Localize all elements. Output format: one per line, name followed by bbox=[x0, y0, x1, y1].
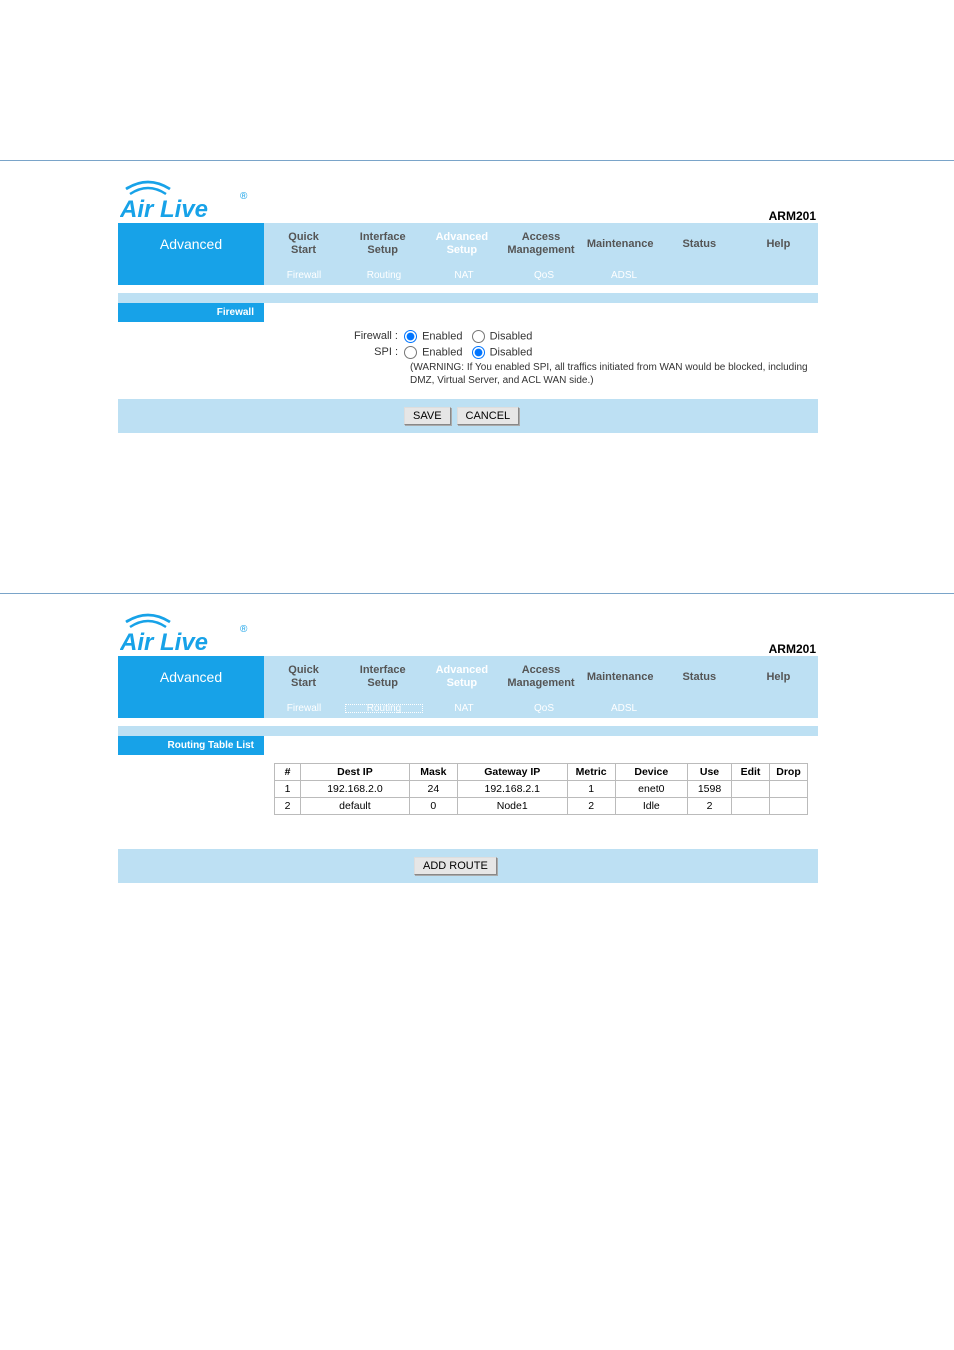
tab-advanced-setup[interactable]: Advanced Setup bbox=[422, 656, 501, 698]
subtab-qos[interactable]: QoS bbox=[504, 270, 584, 281]
action-bar: SAVE CANCEL bbox=[118, 399, 818, 433]
save-button[interactable]: SAVE bbox=[404, 407, 451, 425]
col-metric: Metric bbox=[567, 764, 615, 781]
tab-status[interactable]: Status bbox=[660, 223, 739, 265]
cell-edit[interactable] bbox=[732, 781, 770, 798]
spi-enabled-radio[interactable] bbox=[404, 346, 417, 359]
airlive-logo-icon: Air Live ® bbox=[120, 612, 260, 656]
spi-disabled-option[interactable]: Disabled bbox=[472, 346, 533, 359]
cell-num: 1 bbox=[275, 781, 301, 798]
tab-maintenance[interactable]: Maintenance bbox=[581, 656, 660, 698]
tab-quick-start[interactable]: Quick Start bbox=[264, 223, 343, 265]
cell-mask: 0 bbox=[409, 798, 457, 815]
cell-dest_ip: 192.168.2.0 bbox=[301, 781, 410, 798]
tab-help[interactable]: Help bbox=[739, 223, 818, 265]
tab-interface-setup[interactable]: Interface Setup bbox=[343, 656, 422, 698]
section-header-row: Firewall bbox=[118, 303, 818, 322]
header-row: Air Live ® ARM201 bbox=[118, 604, 818, 656]
firewall-label: Firewall : bbox=[274, 330, 404, 342]
model-label: ARM201 bbox=[769, 209, 816, 223]
firewall-panel: Air Live ® ARM201 Advanced Quick Start I… bbox=[118, 171, 818, 433]
cell-num: 2 bbox=[275, 798, 301, 815]
firewall-enabled-radio[interactable] bbox=[404, 330, 417, 343]
sub-nav: Firewall Routing NAT QoS ADSL bbox=[118, 698, 818, 718]
subtab-adsl[interactable]: ADSL bbox=[584, 270, 664, 281]
cell-gateway: 192.168.2.1 bbox=[457, 781, 567, 798]
section-header-row: Routing Table List bbox=[118, 736, 818, 755]
subtab-adsl[interactable]: ADSL bbox=[584, 703, 664, 714]
section-title: Routing Table List bbox=[118, 736, 264, 755]
svg-text:®: ® bbox=[240, 191, 248, 202]
main-nav: Advanced Quick Start Interface Setup Adv… bbox=[118, 656, 818, 698]
table-row: 1192.168.2.024192.168.2.11enet01598 bbox=[275, 781, 808, 798]
col-use: Use bbox=[688, 764, 732, 781]
subtab-routing[interactable]: Routing bbox=[344, 703, 424, 714]
table-row: 2default0Node12Idle2 bbox=[275, 798, 808, 815]
col-edit: Edit bbox=[732, 764, 770, 781]
col-mask: Mask bbox=[409, 764, 457, 781]
add-route-button[interactable]: ADD ROUTE bbox=[414, 857, 497, 875]
cell-device: enet0 bbox=[615, 781, 687, 798]
spi-warning-text: (WARNING: If You enabled SPI, all traffi… bbox=[410, 362, 808, 387]
tab-maintenance[interactable]: Maintenance bbox=[581, 223, 660, 265]
nav-category: Advanced bbox=[118, 656, 264, 698]
tab-interface-setup[interactable]: Interface Setup bbox=[343, 223, 422, 265]
nav-category: Advanced bbox=[118, 223, 264, 265]
cell-drop[interactable] bbox=[770, 781, 808, 798]
subtab-routing[interactable]: Routing bbox=[344, 270, 424, 281]
subtab-nat[interactable]: NAT bbox=[424, 270, 504, 281]
header-row: Air Live ® ARM201 bbox=[118, 171, 818, 223]
airlive-logo-icon: Air Live ® bbox=[120, 179, 260, 223]
subtab-qos[interactable]: QoS bbox=[504, 703, 584, 714]
section-title: Firewall bbox=[118, 303, 264, 322]
firewall-disabled-option[interactable]: Disabled bbox=[472, 330, 533, 343]
cell-metric: 1 bbox=[567, 781, 615, 798]
cell-device: Idle bbox=[615, 798, 687, 815]
spi-enabled-option[interactable]: Enabled bbox=[404, 346, 462, 359]
cell-metric: 2 bbox=[567, 798, 615, 815]
cell-mask: 24 bbox=[409, 781, 457, 798]
routing-table-wrap: # Dest IP Mask Gateway IP Metric Device … bbox=[264, 755, 818, 849]
col-dest-ip: Dest IP bbox=[301, 764, 410, 781]
main-nav: Advanced Quick Start Interface Setup Adv… bbox=[118, 223, 818, 265]
cell-gateway: Node1 bbox=[457, 798, 567, 815]
cell-use: 2 bbox=[688, 798, 732, 815]
action-bar: ADD ROUTE bbox=[118, 849, 818, 883]
spi-disabled-radio[interactable] bbox=[472, 346, 485, 359]
subtab-firewall[interactable]: Firewall bbox=[264, 703, 344, 714]
tab-help[interactable]: Help bbox=[739, 656, 818, 698]
cell-dest_ip: default bbox=[301, 798, 410, 815]
svg-text:®: ® bbox=[240, 624, 248, 635]
spi-label: SPI : bbox=[274, 346, 404, 358]
subtab-nat[interactable]: NAT bbox=[424, 703, 504, 714]
routing-panel: Air Live ® ARM201 Advanced Quick Start I… bbox=[118, 604, 818, 883]
col-drop: Drop bbox=[770, 764, 808, 781]
tab-access-management[interactable]: Access Management bbox=[501, 223, 580, 265]
tab-quick-start[interactable]: Quick Start bbox=[264, 656, 343, 698]
brand-logo: Air Live ® bbox=[120, 612, 260, 656]
col-gateway: Gateway IP bbox=[457, 764, 567, 781]
cell-edit[interactable] bbox=[732, 798, 770, 815]
firewall-form: Firewall : Enabled Disabled bbox=[264, 322, 818, 399]
col-device: Device bbox=[615, 764, 687, 781]
cell-use: 1598 bbox=[688, 781, 732, 798]
firewall-disabled-radio[interactable] bbox=[472, 330, 485, 343]
subtab-firewall[interactable]: Firewall bbox=[264, 270, 344, 281]
col-num: # bbox=[275, 764, 301, 781]
tab-access-management[interactable]: Access Management bbox=[501, 656, 580, 698]
svg-text:Air Live: Air Live bbox=[120, 196, 208, 223]
cancel-button[interactable]: CANCEL bbox=[457, 407, 520, 425]
routing-table: # Dest IP Mask Gateway IP Metric Device … bbox=[274, 763, 808, 815]
brand-logo: Air Live ® bbox=[120, 179, 260, 223]
firewall-enabled-option[interactable]: Enabled bbox=[404, 330, 462, 343]
svg-text:Air Live: Air Live bbox=[120, 629, 208, 656]
tab-status[interactable]: Status bbox=[660, 656, 739, 698]
sub-nav: Firewall Routing NAT QoS ADSL bbox=[118, 265, 818, 285]
model-label: ARM201 bbox=[769, 642, 816, 656]
tab-advanced-setup[interactable]: Advanced Setup bbox=[422, 223, 501, 265]
cell-drop[interactable] bbox=[770, 798, 808, 815]
